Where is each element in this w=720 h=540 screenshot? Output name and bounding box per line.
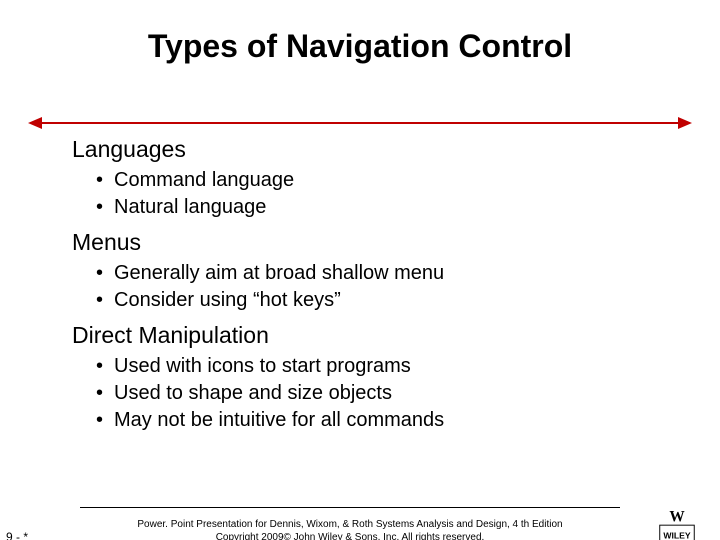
- slide-title: Types of Navigation Control: [0, 28, 720, 65]
- list-item: Natural language: [96, 194, 660, 221]
- logo-text: WILEY: [663, 531, 691, 540]
- arrow-right-icon: [678, 117, 692, 129]
- wiley-logo-icon: W WILEY: [654, 506, 700, 540]
- bullet-list: Used with icons to start programs Used t…: [96, 353, 660, 434]
- page-number: 9 - *: [6, 530, 28, 540]
- list-item: May not be intuitive for all commands: [96, 407, 660, 434]
- slide: Types of Navigation Control Languages Co…: [0, 28, 720, 540]
- list-item: Used with icons to start programs: [96, 353, 660, 380]
- bullet-list: Generally aim at broad shallow menu Cons…: [96, 260, 660, 314]
- section-heading: Direct Manipulation: [72, 322, 660, 349]
- footer-divider: [80, 507, 620, 508]
- list-item: Generally aim at broad shallow menu: [96, 260, 660, 287]
- footer-line-1: Power. Point Presentation for Dennis, Wi…: [80, 518, 620, 531]
- slide-body: Languages Command language Natural langu…: [72, 136, 660, 440]
- footer-line-2: Copyright 2009© John Wiley & Sons, Inc. …: [80, 531, 620, 540]
- bullet-list: Command language Natural language: [96, 167, 660, 221]
- svg-text:W: W: [669, 508, 685, 525]
- list-item: Command language: [96, 167, 660, 194]
- list-item: Consider using “hot keys”: [96, 287, 660, 314]
- divider-line: [38, 122, 682, 124]
- footer-text: Power. Point Presentation for Dennis, Wi…: [80, 518, 620, 540]
- section-heading: Languages: [72, 136, 660, 163]
- list-item: Used to shape and size objects: [96, 380, 660, 407]
- section-heading: Menus: [72, 229, 660, 256]
- title-divider-arrow: [28, 120, 692, 126]
